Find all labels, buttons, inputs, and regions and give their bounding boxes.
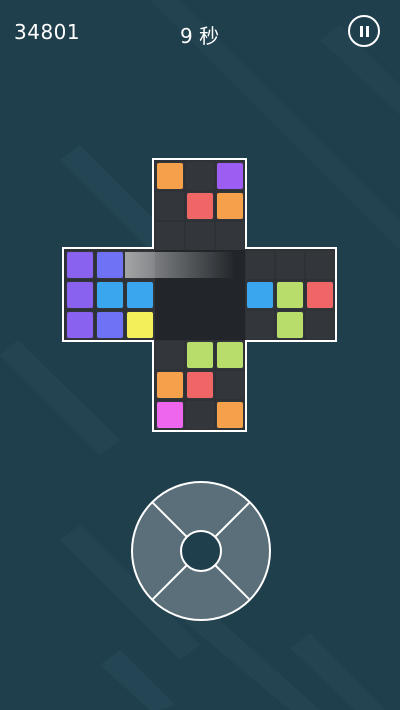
motion-trail bbox=[125, 252, 235, 278]
block-purple bbox=[217, 163, 243, 189]
board-cell bbox=[156, 341, 184, 369]
block-orange bbox=[157, 163, 183, 189]
block-lime bbox=[217, 342, 243, 368]
board-cell bbox=[186, 401, 214, 429]
board-cell bbox=[156, 192, 184, 220]
board-cell bbox=[306, 251, 334, 279]
block-red bbox=[187, 193, 213, 219]
block-orange bbox=[217, 193, 243, 219]
block-yellow bbox=[127, 312, 153, 338]
block-blue bbox=[127, 282, 153, 308]
board-cell bbox=[186, 222, 214, 250]
board-cell bbox=[216, 371, 244, 399]
block-pink bbox=[157, 402, 183, 428]
block-lime bbox=[277, 282, 303, 308]
block-red bbox=[187, 372, 213, 398]
block-lime bbox=[187, 342, 213, 368]
board-cell bbox=[246, 311, 274, 339]
board-cell bbox=[276, 251, 304, 279]
block-indigo bbox=[97, 312, 123, 338]
board-cell bbox=[186, 162, 214, 190]
board-cell bbox=[216, 222, 244, 250]
block-violet bbox=[67, 282, 93, 308]
board-cell bbox=[156, 222, 184, 250]
dpad-center[interactable] bbox=[180, 530, 222, 572]
block-blue bbox=[97, 282, 123, 308]
board-cell bbox=[246, 251, 274, 279]
block-violet bbox=[67, 252, 93, 278]
board-cell bbox=[306, 311, 334, 339]
block-indigo bbox=[97, 252, 123, 278]
block-red bbox=[307, 282, 333, 308]
directional-pad[interactable] bbox=[130, 480, 272, 622]
block-orange bbox=[217, 402, 243, 428]
block-orange bbox=[157, 372, 183, 398]
block-lime bbox=[277, 312, 303, 338]
block-blue bbox=[247, 282, 273, 308]
block-violet bbox=[67, 312, 93, 338]
